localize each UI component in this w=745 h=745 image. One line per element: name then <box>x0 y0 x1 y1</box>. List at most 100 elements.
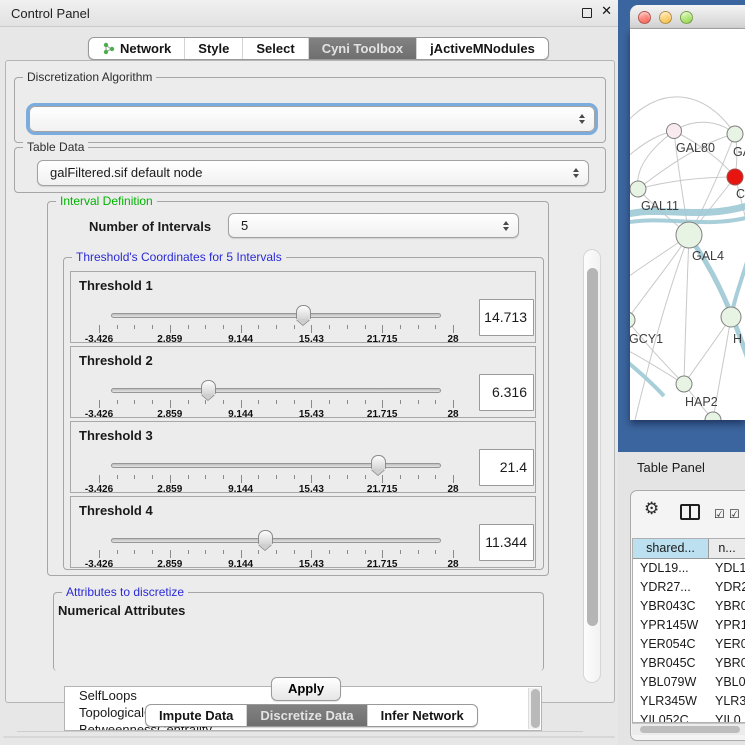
table-row[interactable]: YPR145WYPR1 <box>633 616 745 635</box>
node-green-top-right[interactable] <box>727 126 743 142</box>
checkbox-icon[interactable]: ☑ <box>729 507 740 521</box>
table-row[interactable]: YDR27...YDR2 <box>633 578 745 597</box>
threshold-slider[interactable]: -3.4262.8599.14415.4321.71528 <box>99 454 453 492</box>
table-row[interactable]: YER054CYER0 <box>633 635 745 654</box>
float-window-icon[interactable] <box>582 8 592 18</box>
settings-scrollbar-thumb[interactable] <box>587 268 598 626</box>
gear-icon[interactable]: ⚙ <box>644 499 659 519</box>
table-row[interactable]: YBL079WYBL0 <box>633 673 745 692</box>
threshold-slider[interactable]: -3.4262.8599.14415.4321.71528 <box>99 304 453 342</box>
tick-mark <box>170 400 171 408</box>
table-cell[interactable]: YBR0 <box>709 597 745 616</box>
table-data-combobox[interactable]: galFiltered.sif default node <box>37 160 589 186</box>
tab-cyni-toolbox[interactable]: Cyni Toolbox <box>309 38 417 59</box>
apply-button[interactable]: Apply <box>271 677 341 701</box>
slider-track[interactable] <box>111 313 441 318</box>
threshold-slider[interactable]: -3.4262.8599.14415.4321.71528 <box>99 529 453 567</box>
table-cell[interactable]: YPR1 <box>709 616 745 635</box>
node-green-right[interactable] <box>721 307 741 327</box>
tab-impute-data[interactable]: Impute Data <box>146 705 247 726</box>
threshold-value-field[interactable]: 21.4 <box>479 449 534 486</box>
threshold-1-panel: Threshold 1 -3.4262.8599.14415.4321.7152… <box>70 271 536 343</box>
table-cell[interactable]: YER054C <box>633 635 709 654</box>
thresholds-group-title: Threshold's Coordinates for 5 Intervals <box>72 250 286 264</box>
tick-mark <box>365 325 366 329</box>
slider-track[interactable] <box>111 463 441 468</box>
threshold-value-field[interactable]: 11.344 <box>479 524 534 561</box>
column-header-name[interactable]: n... <box>709 539 745 558</box>
node-gal4[interactable] <box>676 222 702 248</box>
tab-network[interactable]: Network <box>89 38 185 59</box>
axis-label: 15.43 <box>299 559 324 570</box>
table-row[interactable]: YIL052CYIL0 <box>633 711 745 723</box>
table-horizontal-scrollbar[interactable] <box>632 723 745 735</box>
table-cell[interactable]: YDL19... <box>633 559 709 578</box>
axis-label: 28 <box>447 559 458 570</box>
table-cell[interactable]: YBL079W <box>633 673 709 692</box>
slider-thumb[interactable] <box>371 455 386 469</box>
threshold-4-panel: Threshold 4 -3.4262.8599.14415.4321.7152… <box>70 496 536 568</box>
slider-track[interactable] <box>111 388 441 393</box>
table-cell[interactable]: YPR145W <box>633 616 709 635</box>
threshold-value-field[interactable]: 6.316 <box>479 374 534 411</box>
tab-style[interactable]: Style <box>185 38 243 59</box>
minimize-traffic-light[interactable] <box>659 11 672 24</box>
table-row[interactable]: YBR043CYBR0 <box>633 597 745 616</box>
node-hap2[interactable] <box>676 376 692 392</box>
table-cell[interactable]: YIL052C <box>633 711 709 723</box>
network-canvas[interactable]: GAL80 GA C GAL11 GAL4 GCY1 H HAP2 <box>630 29 745 420</box>
slider-thumb[interactable] <box>296 305 311 319</box>
axis-label: 2.859 <box>157 484 182 495</box>
tab-discretize-data[interactable]: Discretize Data <box>247 705 367 726</box>
table-cell[interactable]: YDR2 <box>709 578 745 597</box>
tab-infer-network[interactable]: Infer Network <box>368 705 477 726</box>
node-red-selected[interactable] <box>727 169 743 185</box>
tab-jactivemnodules[interactable]: jActiveMNodules <box>417 38 548 59</box>
tick-mark <box>453 475 454 483</box>
table-cell[interactable]: YBR0 <box>709 654 745 673</box>
table-row[interactable]: YBR045CYBR0 <box>633 654 745 673</box>
list-scrollbar[interactable] <box>528 688 540 729</box>
node-gal11[interactable] <box>630 181 646 197</box>
tick-mark <box>258 550 259 554</box>
table-cell[interactable]: YBL0 <box>709 673 745 692</box>
node-pink[interactable] <box>667 124 682 139</box>
column-header-shared-name[interactable]: shared... <box>633 539 709 558</box>
close-icon[interactable]: ✕ <box>601 4 612 19</box>
tick-mark <box>258 325 259 329</box>
tick-mark <box>117 400 118 404</box>
table-cell[interactable]: YLR345W <box>633 692 709 711</box>
tab-select[interactable]: Select <box>243 38 308 59</box>
checkbox-icon[interactable]: ☑ <box>714 507 725 521</box>
slider-thumb[interactable] <box>258 530 273 544</box>
close-traffic-light[interactable] <box>638 11 651 24</box>
list-scrollbar-thumb[interactable] <box>531 689 540 728</box>
table-row[interactable]: YLR345WYLR3 <box>633 692 745 711</box>
panel-bottom-edge <box>3 736 615 738</box>
tick-mark <box>117 325 118 329</box>
table-cell[interactable]: YDL1 <box>709 559 745 578</box>
algorithm-combobox[interactable] <box>29 106 595 132</box>
table-hscroll-thumb[interactable] <box>640 726 740 733</box>
slider-thumb[interactable] <box>201 380 216 394</box>
slider-track[interactable] <box>111 538 441 543</box>
threshold-slider[interactable]: -3.4262.8599.14415.4321.71528 <box>99 379 453 417</box>
table-cell[interactable]: YDR27... <box>633 578 709 597</box>
table-cell[interactable]: YLR3 <box>709 692 745 711</box>
zoom-traffic-light[interactable] <box>680 11 693 24</box>
slider-ticks <box>99 475 453 484</box>
axis-label: -3.426 <box>85 559 113 570</box>
tick-mark <box>418 400 419 404</box>
threshold-value-field[interactable]: 14.713 <box>479 299 534 336</box>
node-gcy1[interactable] <box>630 312 635 328</box>
tick-mark <box>205 400 206 404</box>
table-cell[interactable]: YER0 <box>709 635 745 654</box>
number-of-intervals-spinner[interactable]: 5 <box>228 213 519 238</box>
columns-icon[interactable] <box>680 504 700 520</box>
network-window-titlebar <box>630 5 745 29</box>
table-cell[interactable]: YIL0 <box>709 711 745 723</box>
table-row[interactable]: YDL19...YDL1 <box>633 559 745 578</box>
settings-scrollbar[interactable] <box>583 249 601 683</box>
table-cell[interactable]: YBR045C <box>633 654 709 673</box>
table-cell[interactable]: YBR043C <box>633 597 709 616</box>
